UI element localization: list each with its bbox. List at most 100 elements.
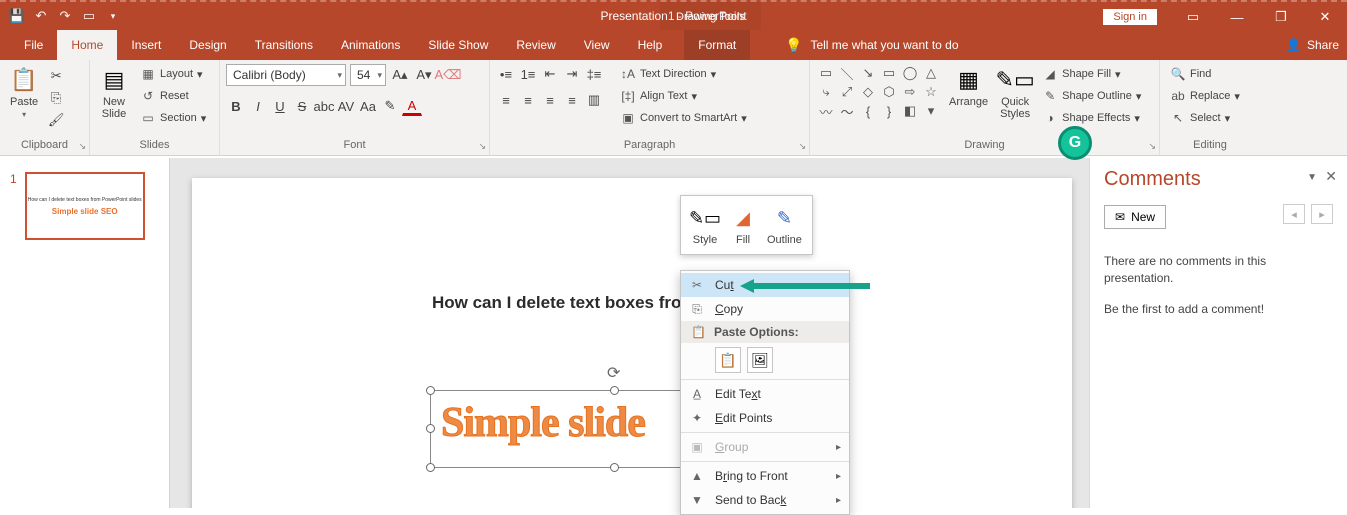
align-center-icon[interactable]: ≡	[518, 90, 538, 110]
shape-freeform-icon[interactable]: 〜	[837, 102, 857, 120]
select-button[interactable]: ↖Select ▾	[1166, 108, 1248, 128]
underline-icon[interactable]: U	[270, 96, 290, 116]
undo-icon[interactable]: ↶	[32, 7, 50, 25]
chevron-down-icon[interactable]: ▼	[1307, 172, 1317, 183]
dialog-launcher-icon[interactable]: ↘	[478, 141, 486, 152]
mini-style-button[interactable]: ✎▭Style	[687, 202, 723, 248]
prev-comment-button[interactable]: ◂	[1283, 204, 1305, 224]
clear-formatting-icon[interactable]: A⌫	[438, 65, 458, 85]
justify-icon[interactable]: ≡	[562, 90, 582, 110]
shape-star-icon[interactable]: ☆	[921, 83, 941, 101]
restore-icon[interactable]: ❐	[1259, 2, 1303, 32]
shape-line-icon[interactable]: ＼	[837, 64, 857, 82]
dialog-launcher-icon[interactable]: ↘	[1148, 141, 1156, 152]
change-case-icon[interactable]: Aa	[358, 96, 378, 116]
convert-smartart-button[interactable]: ▣Convert to SmartArt ▾	[616, 108, 751, 128]
ctx-send-back[interactable]: ▼Send to Back▸	[681, 488, 849, 512]
shape-brace-r-icon[interactable]: }	[879, 102, 899, 120]
quick-styles-button[interactable]: ✎▭Quick Styles	[996, 64, 1034, 122]
ctx-edit-points[interactable]: ✦Edit Points	[681, 406, 849, 430]
copy-icon[interactable]: ⎘	[46, 88, 66, 108]
paste-button[interactable]: 📋 Paste ▾	[6, 64, 42, 121]
sign-in-button[interactable]: Sign in	[1103, 9, 1157, 25]
italic-icon[interactable]: I	[248, 96, 268, 116]
dialog-launcher-icon[interactable]: ↘	[798, 141, 806, 152]
shape-textbox-icon[interactable]: ▭	[816, 64, 836, 82]
resize-handle[interactable]	[610, 463, 619, 472]
minimize-icon[interactable]: —	[1215, 2, 1259, 32]
shape-tri-icon[interactable]: △	[921, 64, 941, 82]
replace-button[interactable]: abReplace ▾	[1166, 86, 1248, 106]
shadow-icon[interactable]: abc	[314, 96, 334, 116]
layout-button[interactable]: ▦Layout ▾	[136, 64, 210, 84]
align-left-icon[interactable]: ≡	[496, 90, 516, 110]
shape-effects-button[interactable]: ◑Shape Effects ▾	[1038, 108, 1145, 128]
tab-insert[interactable]: Insert	[117, 30, 175, 60]
mini-outline-button[interactable]: ✎Outline	[763, 202, 806, 248]
tab-help[interactable]: Help	[624, 30, 677, 60]
section-button[interactable]: ▭Section ▾	[136, 108, 210, 128]
qat-dropdown-icon[interactable]: ▾	[104, 7, 122, 25]
new-comment-button[interactable]: ✉ New	[1104, 205, 1166, 229]
tab-design[interactable]: Design	[175, 30, 240, 60]
ribbon-display-icon[interactable]: ▭	[1171, 2, 1215, 32]
resize-handle[interactable]	[610, 386, 619, 395]
resize-handle[interactable]	[426, 463, 435, 472]
shape-oval-icon[interactable]: ◯	[900, 64, 920, 82]
bullets-icon[interactable]: •≡	[496, 64, 516, 84]
tab-view[interactable]: View	[570, 30, 624, 60]
increase-font-icon[interactable]: A▴	[390, 65, 410, 85]
tell-me[interactable]: 💡 Tell me what you want to do	[785, 30, 959, 60]
highlight-icon[interactable]: ✎	[380, 96, 400, 116]
close-icon[interactable]: ✕	[1303, 2, 1347, 32]
shape-outline-button[interactable]: ✎Shape Outline ▾	[1038, 86, 1145, 106]
paste-picture[interactable]: 🖼	[747, 347, 773, 373]
decrease-font-icon[interactable]: A▾	[414, 65, 434, 85]
paste-use-dest-theme[interactable]: 📋	[715, 347, 741, 373]
reset-button[interactable]: ↺Reset	[136, 86, 210, 106]
shape-arrow-icon[interactable]: ↘	[858, 64, 878, 82]
find-button[interactable]: 🔍Find	[1166, 64, 1248, 84]
tab-review[interactable]: Review	[502, 30, 569, 60]
char-spacing-icon[interactable]: AV	[336, 96, 356, 116]
font-name-combo[interactable]: Calibri (Body)	[226, 64, 346, 86]
text-direction-button[interactable]: ↕AText Direction ▾	[616, 64, 751, 84]
shape-callout-icon[interactable]: ◧	[900, 102, 920, 120]
resize-handle[interactable]	[426, 424, 435, 433]
tab-transitions[interactable]: Transitions	[241, 30, 327, 60]
ctx-edit-text[interactable]: A̲Edit Text	[681, 382, 849, 406]
rotate-handle-icon[interactable]: ⟳	[607, 363, 620, 383]
format-painter-icon[interactable]: 🖌	[46, 110, 66, 130]
shape-rect-icon[interactable]: ▭	[879, 64, 899, 82]
align-right-icon[interactable]: ≡	[540, 90, 560, 110]
grammarly-badge-icon[interactable]: G	[1058, 126, 1092, 160]
redo-icon[interactable]: ↷	[56, 7, 74, 25]
shape-hex-icon[interactable]: ⬡	[879, 83, 899, 101]
bold-icon[interactable]: B	[226, 96, 246, 116]
numbering-icon[interactable]: 1≡	[518, 64, 538, 84]
dialog-launcher-icon[interactable]: ↘	[78, 141, 86, 152]
increase-indent-icon[interactable]: ⇥	[562, 64, 582, 84]
font-size-combo[interactable]: 54	[350, 64, 386, 86]
ctx-cut[interactable]: ✂Cut	[681, 273, 849, 297]
strike-icon[interactable]: S	[292, 96, 312, 116]
tab-file[interactable]: File	[10, 30, 57, 60]
tab-home[interactable]: Home	[57, 30, 117, 60]
ctx-bring-front[interactable]: ▲Bring to Front▸	[681, 464, 849, 488]
tab-animations[interactable]: Animations	[327, 30, 414, 60]
shape-connector-icon[interactable]: ⤷	[816, 83, 836, 101]
ctx-copy[interactable]: ⎘Copy	[681, 297, 849, 321]
shape-fill-button[interactable]: ◢Shape Fill ▾	[1038, 64, 1145, 84]
cut-icon[interactable]: ✂	[46, 66, 66, 86]
shape-double-arrow-icon[interactable]: ⤢	[837, 83, 857, 101]
next-comment-button[interactable]: ▸	[1311, 204, 1333, 224]
resize-handle[interactable]	[426, 386, 435, 395]
tab-slideshow[interactable]: Slide Show	[414, 30, 502, 60]
tab-format[interactable]: Format	[684, 30, 750, 60]
thumbnail-item[interactable]: 1 How can I delete text boxes from Power…	[10, 172, 159, 240]
share-button[interactable]: 👤 Share	[1286, 30, 1339, 60]
font-color-icon[interactable]: A	[402, 96, 422, 116]
shape-more-icon[interactable]: ▾	[921, 102, 941, 120]
decrease-indent-icon[interactable]: ⇤	[540, 64, 560, 84]
shape-right-arrow-icon[interactable]: ⇨	[900, 83, 920, 101]
